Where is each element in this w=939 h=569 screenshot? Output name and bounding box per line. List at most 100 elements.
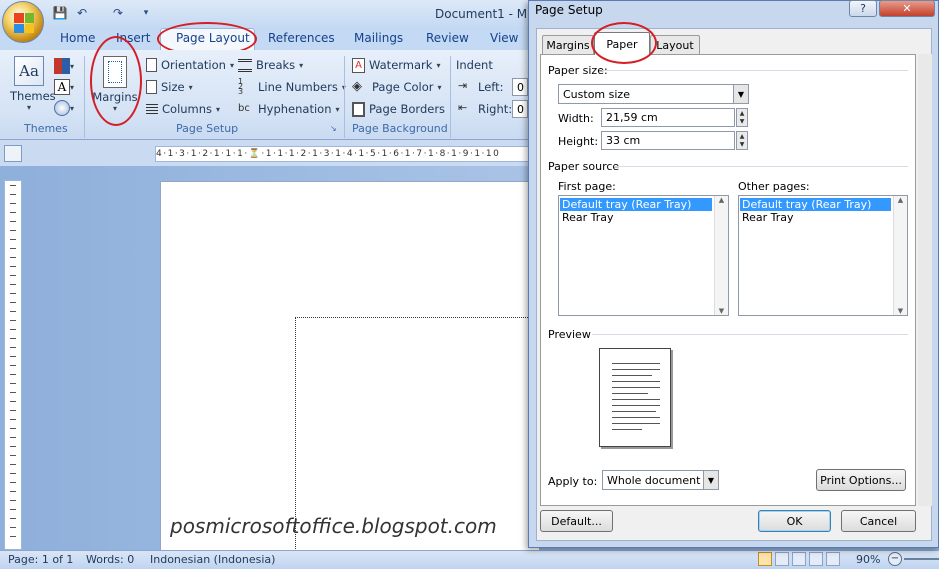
theme-colors-icon bbox=[54, 58, 70, 74]
customize-qat-icon[interactable]: ▾ bbox=[138, 5, 154, 21]
hyphenation-button[interactable]: bc Hyphenation ▾ bbox=[238, 99, 340, 119]
close-icon[interactable]: ✕ bbox=[879, 0, 935, 17]
line-numbers-icon: 123 bbox=[238, 77, 244, 96]
width-input[interactable]: 21,59 cm bbox=[601, 108, 735, 127]
cancel-button[interactable]: Cancel bbox=[841, 510, 916, 532]
line-numbers-label: Line Numbers bbox=[258, 80, 338, 94]
save-icon[interactable]: 💾 bbox=[52, 5, 68, 21]
paper-size-label: Paper size: bbox=[548, 64, 608, 77]
height-spinner-icon[interactable]: ▲ ▼ bbox=[736, 131, 748, 150]
theme-colors-button[interactable]: ▾ bbox=[54, 58, 76, 74]
page-borders-button[interactable]: Page Borders bbox=[352, 99, 445, 119]
section-divider bbox=[614, 166, 908, 167]
apply-to-select[interactable]: Whole document bbox=[602, 470, 705, 490]
theme-fonts-icon: A bbox=[54, 79, 70, 95]
status-page[interactable]: Page: 1 of 1 bbox=[8, 553, 73, 566]
watermark-label: Watermark bbox=[369, 58, 433, 72]
dialog-tab-margins[interactable]: Margins bbox=[542, 35, 594, 55]
breaks-icon bbox=[238, 58, 252, 72]
scrollbar[interactable]: ▲ ▼ bbox=[714, 196, 728, 315]
default-button[interactable]: Default... bbox=[540, 510, 613, 532]
redo-icon[interactable]: ↷ bbox=[110, 5, 126, 21]
page-size-icon bbox=[146, 80, 157, 94]
zoom-out-icon[interactable]: − bbox=[888, 552, 902, 566]
group-separator bbox=[450, 56, 451, 138]
full-screen-view-icon[interactable] bbox=[775, 552, 789, 566]
help-icon[interactable]: ? bbox=[849, 0, 877, 17]
dialog-title: Page Setup bbox=[535, 3, 603, 17]
height-input[interactable]: 33 cm bbox=[601, 131, 735, 150]
list-item[interactable]: Rear Tray bbox=[740, 211, 891, 224]
indent-left-input[interactable]: 0 bbox=[512, 78, 528, 96]
view-buttons bbox=[758, 552, 848, 567]
tab-view[interactable]: View bbox=[490, 31, 518, 47]
list-item[interactable]: Default tray (Rear Tray) bbox=[560, 198, 712, 211]
horizontal-ruler[interactable]: 4·1·3·1·2·1·1·1·⏳·1·1·1·2·1·3·1·4·1·5·1·… bbox=[155, 146, 535, 162]
size-label: Size bbox=[161, 80, 185, 94]
theme-effects-button[interactable]: ▾ bbox=[54, 100, 76, 116]
indent-left-icon: ⇥ bbox=[458, 79, 468, 92]
tab-home[interactable]: Home bbox=[60, 31, 95, 47]
orientation-button[interactable]: Orientation ▾ bbox=[146, 55, 234, 75]
tab-page-layout[interactable]: Page Layout bbox=[176, 31, 250, 47]
window-title: Document1 - Mi bbox=[435, 7, 531, 21]
tab-references[interactable]: References bbox=[268, 31, 335, 47]
office-button[interactable] bbox=[2, 1, 44, 43]
vertical-ruler[interactable] bbox=[4, 180, 22, 550]
themes-button[interactable]: Aa Themes ▾ bbox=[10, 56, 56, 114]
breaks-label: Breaks bbox=[256, 58, 296, 72]
first-page-listbox[interactable]: Default tray (Rear Tray) Rear Tray ▲ ▼ bbox=[558, 195, 729, 316]
page-color-button[interactable]: ◈ Page Color ▾ bbox=[352, 77, 442, 97]
indent-right-icon: ⇤ bbox=[458, 101, 468, 114]
chevron-down-icon[interactable]: ▼ bbox=[733, 84, 749, 104]
list-item[interactable]: Default tray (Rear Tray) bbox=[740, 198, 891, 211]
tab-insert[interactable]: Insert bbox=[116, 31, 150, 47]
page-color-label: Page Color bbox=[372, 80, 434, 94]
tab-mailings[interactable]: Mailings bbox=[354, 31, 403, 47]
margins-button[interactable]: Margins ▾ bbox=[92, 56, 138, 116]
paint-bucket-icon: ◈ bbox=[352, 79, 362, 94]
draft-view-icon[interactable] bbox=[826, 552, 840, 566]
orientation-icon bbox=[146, 58, 157, 72]
dialog-tab-layout[interactable]: Layout bbox=[650, 35, 700, 55]
breaks-button[interactable]: Breaks ▾ bbox=[238, 55, 303, 75]
theme-fonts-button[interactable]: A ▾ bbox=[54, 79, 76, 95]
zoom-slider[interactable] bbox=[904, 558, 939, 560]
other-pages-listbox[interactable]: Default tray (Rear Tray) Rear Tray ▲ ▼ bbox=[738, 195, 908, 316]
columns-button[interactable]: Columns ▾ bbox=[146, 99, 220, 119]
orientation-label: Orientation bbox=[161, 58, 226, 72]
undo-icon[interactable]: ↶ bbox=[74, 5, 90, 21]
web-layout-view-icon[interactable] bbox=[792, 552, 806, 566]
print-layout-view-icon[interactable] bbox=[758, 552, 772, 566]
overlay-url-text: posmicrosoftoffice.blogspot.com bbox=[170, 514, 497, 538]
tab-selector-icon[interactable] bbox=[4, 145, 22, 162]
scrollbar[interactable]: ▲ ▼ bbox=[893, 196, 907, 315]
margins-label: Margins bbox=[92, 90, 138, 104]
status-language[interactable]: Indonesian (Indonesia) bbox=[150, 553, 275, 566]
width-spinner-icon[interactable]: ▲ ▼ bbox=[736, 108, 748, 127]
outline-view-icon[interactable] bbox=[809, 552, 823, 566]
chevron-down-icon: ▾ bbox=[26, 103, 31, 112]
dialog-tab-paper[interactable]: Paper bbox=[594, 32, 650, 55]
ok-button[interactable]: OK bbox=[758, 510, 831, 532]
status-words[interactable]: Words: 0 bbox=[86, 553, 134, 566]
watermark-button[interactable]: A Watermark ▾ bbox=[352, 55, 440, 75]
line-numbers-button[interactable]: 123 Line Numbers▾ bbox=[238, 77, 346, 97]
print-options-button[interactable]: Print Options... bbox=[816, 469, 906, 491]
preview-label: Preview bbox=[548, 328, 591, 341]
tab-review[interactable]: Review bbox=[426, 31, 469, 47]
page-borders-icon bbox=[352, 101, 365, 117]
indent-right-label: Right: bbox=[478, 102, 513, 116]
hyphenation-icon: bc bbox=[238, 103, 250, 114]
preview-page-thumbnail bbox=[599, 348, 671, 447]
width-label: Width: bbox=[558, 112, 594, 125]
theme-effects-icon bbox=[54, 100, 70, 116]
chevron-down-icon[interactable]: ▼ bbox=[703, 470, 719, 490]
dialog-launcher-icon[interactable]: ↘ bbox=[330, 124, 337, 133]
list-item[interactable]: Rear Tray bbox=[560, 211, 712, 224]
zoom-level[interactable]: 90% bbox=[856, 553, 880, 566]
paper-size-select[interactable]: Custom size bbox=[558, 84, 734, 104]
indent-right-input[interactable]: 0 bbox=[512, 100, 528, 118]
size-button[interactable]: Size ▾ bbox=[146, 77, 193, 97]
page-borders-label: Page Borders bbox=[369, 102, 446, 116]
